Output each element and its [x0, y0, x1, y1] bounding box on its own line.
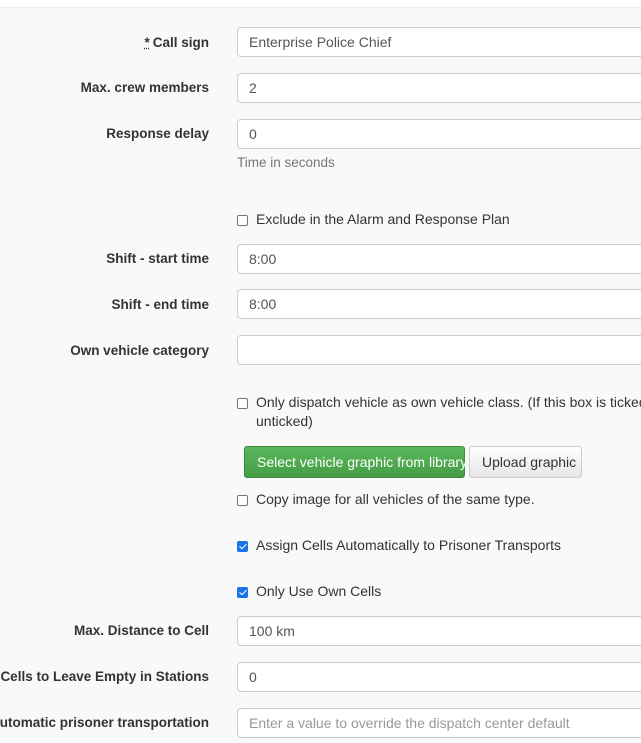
shift-end-label: Shift - end time [111, 297, 210, 312]
copy-image-checkbox[interactable] [237, 495, 248, 506]
shift-start-input[interactable] [237, 244, 641, 274]
auto-transport-input[interactable] [237, 708, 641, 738]
call-sign-label-text: Call sign [152, 35, 209, 50]
response-delay-input[interactable] [237, 119, 641, 149]
exclude-alarm-checkbox[interactable] [237, 215, 248, 226]
own-cells-checkbox[interactable] [237, 587, 248, 598]
top-separator [0, 0, 641, 8]
call-sign-label: * Call sign [144, 34, 209, 52]
own-vehicle-category-input[interactable] [237, 335, 641, 365]
max-crew-input[interactable] [237, 73, 641, 103]
own-vehicle-category-label: Own vehicle category [70, 343, 209, 358]
assign-cells-label: Assign Cells Automatically to Prisoner T… [256, 537, 562, 553]
call-sign-input[interactable] [237, 27, 641, 57]
shift-start-label: Shift - start time [106, 251, 209, 266]
cells-empty-input[interactable] [237, 662, 641, 692]
only-dispatch-own-class-label-line2: unticked) [256, 413, 313, 429]
required-marker: * [144, 35, 150, 50]
response-delay-help: Time in seconds [237, 155, 335, 170]
assign-cells-checkbox[interactable] [237, 541, 248, 552]
select-vehicle-graphic-button[interactable]: Select vehicle graphic from library [244, 446, 467, 478]
own-cells-label: Only Use Own Cells [256, 583, 382, 599]
max-distance-input[interactable] [237, 616, 641, 646]
only-dispatch-own-class-checkbox[interactable] [237, 398, 248, 409]
copy-image-label: Copy image for all vehicles of the same … [256, 491, 535, 507]
shift-end-input[interactable] [237, 289, 641, 319]
only-dispatch-own-class-label-line1: Only dispatch vehicle as own vehicle cla… [256, 394, 641, 410]
max-crew-label: Max. crew members [80, 80, 209, 95]
response-delay-label: Response delay [106, 126, 209, 141]
max-distance-label: Max. Distance to Cell [73, 623, 209, 638]
auto-transport-label: automatic prisoner transportation [0, 715, 209, 730]
exclude-alarm-label: Exclude in the Alarm and Response Plan [256, 211, 510, 227]
cells-empty-label: Cells to Leave Empty in Stations [0, 669, 209, 684]
upload-graphic-button[interactable]: Upload graphic [469, 446, 582, 478]
